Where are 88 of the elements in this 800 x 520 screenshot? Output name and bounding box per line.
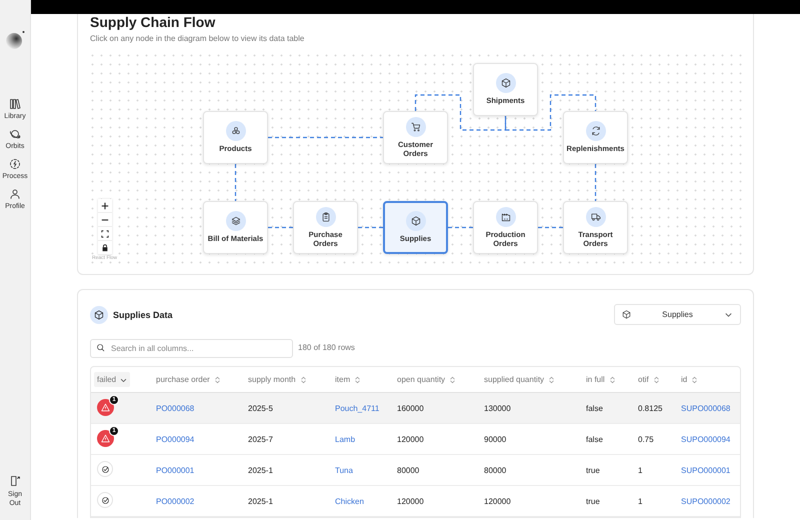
table-cell-text: false <box>585 434 604 444</box>
zoom-out-button[interactable] <box>98 213 112 227</box>
table-cell-text: false <box>585 404 604 412</box>
table-link[interactable]: PO000094 <box>156 434 194 444</box>
column-header[interactable]: failed <box>94 372 130 387</box>
logo-icon <box>5 30 25 50</box>
fit-view-button[interactable] <box>98 227 112 241</box>
cube-icon <box>622 310 631 319</box>
table-link[interactable]: SUPO000068 <box>681 404 730 412</box>
lock-icon <box>101 244 109 252</box>
table-cell-text: 160000 <box>396 404 425 412</box>
table-link[interactable]: SUPO000002 <box>681 496 730 506</box>
row-count: 180 of 180 rows <box>298 343 355 352</box>
search-icon <box>96 343 105 352</box>
table-cell-text: 1 <box>637 466 644 474</box>
table-cell-text: 120000 <box>396 434 425 444</box>
truck-icon <box>590 212 600 222</box>
connector-line <box>358 226 383 228</box>
table-link[interactable]: SUPO000094 <box>681 434 730 444</box>
table-link[interactable]: Tuna <box>335 466 353 474</box>
table-row[interactable]: PO000002 2025-1 Chicken 120000 120000 true 1 SUPO000002 <box>91 486 740 517</box>
table-cell-text: 120000 <box>483 496 512 506</box>
table-cell-text: 2025-1 <box>247 496 274 506</box>
sort-icon <box>300 376 307 384</box>
sort-icon <box>449 376 456 384</box>
table-cell-text: 80000 <box>483 466 508 474</box>
table-cell-text: 80000 <box>396 466 420 474</box>
cube-icon <box>410 216 420 226</box>
column-header[interactable]: in full <box>586 375 605 384</box>
table-link[interactable]: PO000068 <box>156 404 194 412</box>
sort-icon <box>691 376 698 384</box>
sort-icon <box>608 376 616 384</box>
person-icon <box>9 188 21 200</box>
zoom-in-button[interactable] <box>98 199 112 213</box>
table-link[interactable]: SUPO000001 <box>681 466 730 474</box>
table-cell-text: 2025-7 <box>247 434 274 444</box>
books-icon <box>9 98 21 110</box>
plus-icon <box>101 202 109 210</box>
table-cell-text: 2025-1 <box>247 466 274 474</box>
connector-line <box>538 226 563 228</box>
connector-line <box>594 164 596 201</box>
sort-icon <box>354 376 362 384</box>
connector-line <box>268 226 293 228</box>
column-header[interactable]: open quantity <box>397 375 446 384</box>
cart-icon <box>410 122 420 132</box>
table-cell-text: 130000 <box>483 404 512 412</box>
table-cell-text: 120000 <box>396 496 425 506</box>
table-row[interactable]: PO000001 2025-1 Tuna 80000 80000 true 1 SUPO000001 <box>91 455 740 486</box>
layers-icon <box>230 216 240 226</box>
clipboard-icon <box>320 212 330 222</box>
table-link[interactable]: Pouch_4711 <box>335 404 380 412</box>
factory-icon <box>500 212 510 222</box>
table-link[interactable]: Chicken <box>335 496 364 506</box>
connector-line <box>234 164 236 201</box>
planet-icon <box>9 128 21 140</box>
table-cell-text: 2025-5 <box>247 404 274 412</box>
sort-icon <box>214 376 221 384</box>
table-cell-text: 90000 <box>483 434 508 444</box>
table-link[interactable]: PO000001 <box>156 466 194 474</box>
sign-out-icon <box>9 474 21 487</box>
column-header[interactable]: id <box>681 375 688 384</box>
lock-button[interactable] <box>98 241 112 255</box>
sort-icon <box>548 376 556 384</box>
column-header[interactable]: item <box>335 375 350 384</box>
table-cell-text: 0.8125 <box>637 404 664 412</box>
table-cell-text: true <box>585 466 601 474</box>
sort-icon <box>652 376 660 384</box>
table-cell-text: true <box>585 496 601 506</box>
dashed-circle-bolt-icon <box>9 158 21 170</box>
column-header[interactable]: supply month <box>248 375 296 384</box>
fit-view-icon <box>101 230 109 238</box>
page-subtitle: Click on any node in the diagram below to view its data table <box>90 34 304 43</box>
column-header[interactable]: purchase order <box>156 375 210 384</box>
connector-line <box>448 226 473 228</box>
table-link[interactable]: PO000002 <box>156 496 194 506</box>
refresh-icon <box>590 126 600 136</box>
table-cell-text: 0.75 <box>637 434 655 444</box>
table-link[interactable]: Lamb <box>335 434 356 444</box>
table-cell-text: 1 <box>637 496 644 506</box>
cube-icon <box>500 78 510 88</box>
dataset-dropdown[interactable]: Supplies <box>614 304 741 325</box>
circles-icon <box>230 126 240 136</box>
panel-title: Supplies Data <box>113 310 173 320</box>
page-title: Supply Chain Flow <box>90 14 216 30</box>
search-field[interactable]: Search in all columns... <box>90 339 293 358</box>
column-header[interactable]: supplied quantity <box>484 375 544 384</box>
cube-glyph <box>94 310 104 320</box>
column-header[interactable]: otif <box>638 375 649 384</box>
